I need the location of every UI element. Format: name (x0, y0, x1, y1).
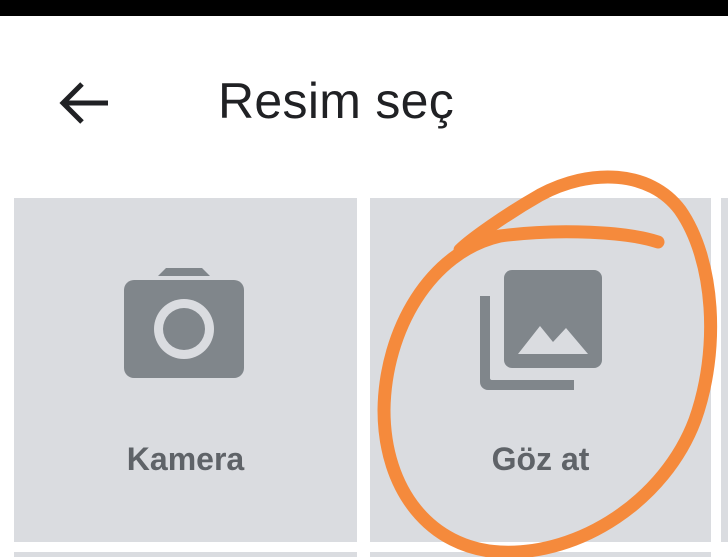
browse-tile[interactable]: Göz at (370, 198, 711, 542)
camera-tile-label: Kamera (126, 441, 245, 477)
arrow-back-icon (59, 82, 108, 124)
browse-tile-label: Göz at (491, 441, 590, 477)
photo-library-icon (480, 270, 602, 390)
next-tile-partial[interactable] (721, 198, 728, 542)
camera-tile[interactable]: Kamera (14, 198, 357, 542)
back-button[interactable] (50, 68, 120, 138)
page-title: Resim seç (218, 73, 455, 129)
camera-icon (124, 268, 244, 378)
row2-tile (370, 552, 711, 557)
row2-tile (14, 552, 357, 557)
status-bar (0, 0, 728, 16)
